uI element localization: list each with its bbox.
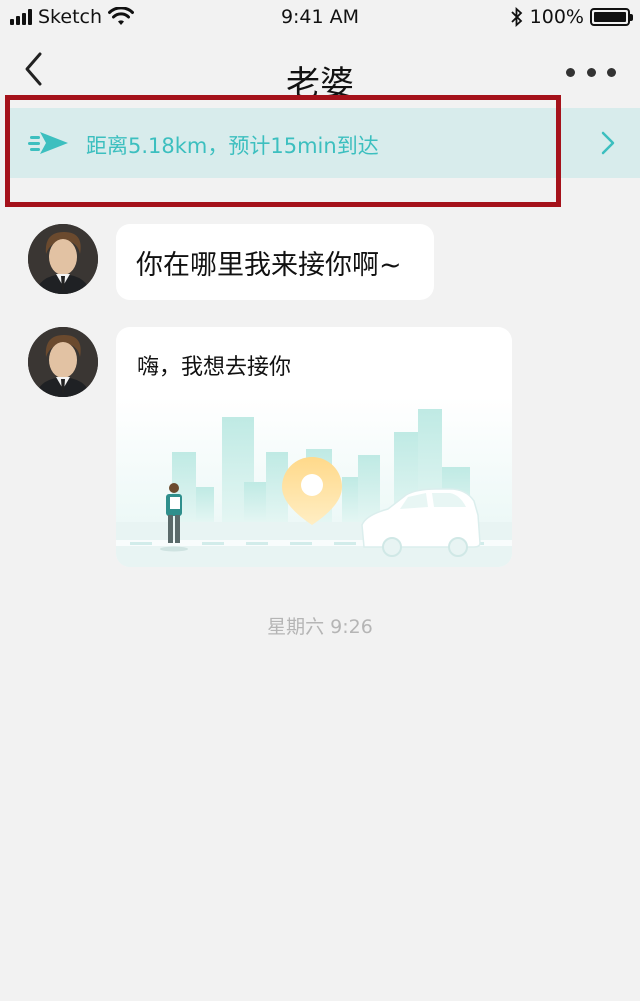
avatar[interactable] (28, 224, 98, 294)
more-dot (566, 67, 575, 77)
message-row: 嗨，我想去接你 (0, 327, 640, 567)
card-text: 嗨，我想去接你 (137, 355, 292, 380)
pickup-card[interactable]: 嗨，我想去接你 (116, 327, 512, 567)
more-dot (607, 67, 616, 77)
message-timestamp: 星期六 9:26 (267, 616, 373, 638)
battery-percent: 100% (529, 6, 584, 28)
bluetooth-icon (511, 7, 522, 27)
message-row: 你在哪里我来接你啊~ (0, 224, 640, 300)
chevron-right-icon (601, 131, 615, 155)
message-bubble[interactable]: 你在哪里我来接你啊~ (116, 224, 434, 300)
avatar-man-icon (28, 224, 98, 294)
page-title: 老婆 (286, 64, 354, 104)
city-pickup-illustration (116, 397, 512, 567)
avatar-man-icon (28, 327, 98, 397)
battery-fill (594, 12, 626, 22)
battery-icon (590, 8, 633, 26)
distance-eta-text: 距离5.18km，预计15min到达 (86, 134, 379, 158)
send-arrow-icon (28, 132, 68, 154)
status-bar: Sketch 9:41 AM 100% (0, 0, 640, 36)
nav-bar: 老婆 (0, 36, 640, 106)
message-text: 你在哪里我来接你啊~ (136, 249, 402, 281)
avatar[interactable] (28, 327, 98, 397)
distance-banner[interactable]: 距离5.18km，预计15min到达 (10, 108, 640, 178)
more-button[interactable] (566, 58, 616, 86)
more-dot (586, 67, 596, 77)
status-right: 100% (510, 6, 633, 28)
